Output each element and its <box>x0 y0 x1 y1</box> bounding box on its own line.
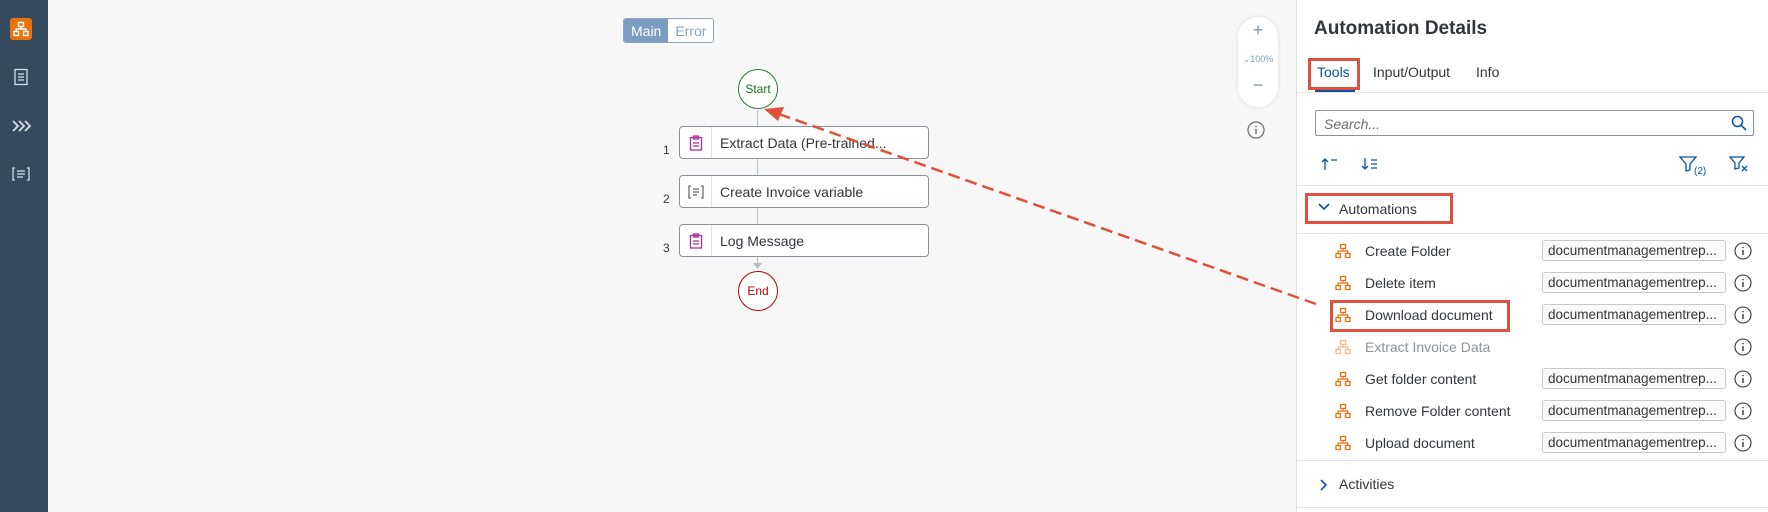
step-log-message[interactable]: Log Message <box>679 224 929 257</box>
document-icon <box>14 68 28 86</box>
list-item[interactable]: Get folder content documentmanagementrep… <box>1297 363 1768 395</box>
tab-input-output[interactable]: Input/Output <box>1373 64 1450 80</box>
search-icon[interactable] <box>1731 115 1747 131</box>
chevrons-right-icon <box>12 120 31 132</box>
step-extract-data[interactable]: Extract Data (Pre-trained... <box>679 126 929 159</box>
zoom-out-button[interactable]: − <box>1238 75 1278 96</box>
flow-connector <box>757 110 758 126</box>
step-number: 2 <box>663 192 670 206</box>
automation-tag: documentmanagementrep... <box>1542 240 1726 261</box>
chevrons-nav-button[interactable] <box>10 115 32 137</box>
clipboard-icon <box>680 225 712 256</box>
error-toggle-button[interactable]: Error <box>668 19 714 42</box>
chevron-right-icon <box>1320 479 1328 491</box>
clear-filter-icon[interactable] <box>1729 156 1749 172</box>
canvas-info-button[interactable] <box>1247 121 1265 144</box>
automation-icon <box>1335 243 1351 264</box>
highlight-download-document <box>1330 300 1510 332</box>
automation-name: Extract Invoice Data <box>1365 339 1491 355</box>
highlight-automations <box>1305 193 1453 224</box>
flow-connector <box>757 208 758 224</box>
list-item[interactable]: Extract Invoice Data <box>1297 331 1768 363</box>
automation-icon <box>1335 371 1351 392</box>
zoom-control: + ⌄100% − <box>1238 17 1278 107</box>
filter-count: (2) <box>1694 166 1707 177</box>
main-error-toggle: Main Error <box>623 18 715 43</box>
end-node[interactable]: End <box>738 271 778 311</box>
automation-name: Create Folder <box>1365 243 1451 259</box>
automation-name: Remove Folder content <box>1365 403 1511 419</box>
automation-nav-button[interactable] <box>10 18 32 40</box>
search-placeholder: Search... <box>1324 116 1381 132</box>
flow-connector <box>757 159 758 175</box>
list-icon <box>12 167 30 181</box>
list-item[interactable]: Delete item documentmanagementrep... <box>1297 267 1768 299</box>
automation-tag: documentmanagementrep... <box>1542 368 1726 389</box>
automation-name: Upload document <box>1365 435 1475 451</box>
automation-tag: documentmanagementrep... <box>1542 304 1726 325</box>
highlight-tools-tab <box>1308 58 1360 90</box>
variable-icon <box>680 176 712 207</box>
sort-ascending-icon[interactable] <box>1321 156 1339 172</box>
automation-icon <box>1335 275 1351 296</box>
main-toggle-button[interactable]: Main <box>624 19 669 42</box>
automation-details-panel: Automation Details Tools Input/Output In… <box>1296 0 1768 512</box>
panel-tabs: Tools Input/Output Info <box>1297 58 1768 93</box>
info-icon[interactable] <box>1734 306 1752 324</box>
automation-icon <box>1335 403 1351 424</box>
automation-name: Delete item <box>1365 275 1436 291</box>
zoom-level[interactable]: ⌄100% <box>1238 54 1278 65</box>
tab-info[interactable]: Info <box>1476 64 1499 80</box>
automation-icon <box>1335 435 1351 456</box>
step-label: Extract Data (Pre-trained... <box>720 134 887 151</box>
zoom-in-button[interactable]: + <box>1238 20 1278 41</box>
step-create-invoice-variable[interactable]: Create Invoice variable <box>679 175 929 208</box>
info-icon <box>1247 121 1265 139</box>
step-number: 1 <box>663 143 670 157</box>
step-label: Create Invoice variable <box>720 183 864 200</box>
tools-toolbar: (2) <box>1297 146 1768 186</box>
info-icon[interactable] <box>1734 242 1752 260</box>
info-icon[interactable] <box>1734 274 1752 292</box>
document-nav-button[interactable] <box>10 66 32 88</box>
automation-icon <box>13 21 29 37</box>
flow-canvas: Main Error + ⌄100% − Start 1 Extract Dat… <box>48 0 1296 512</box>
automation-tag: documentmanagementrep... <box>1542 400 1726 421</box>
list-item[interactable]: Upload document documentmanagementrep... <box>1297 427 1768 459</box>
start-node[interactable]: Start <box>738 69 778 109</box>
info-icon[interactable] <box>1734 402 1752 420</box>
automation-icon <box>1335 339 1351 360</box>
activities-label: Activities <box>1339 476 1395 492</box>
activities-section-header[interactable]: Activities <box>1297 460 1768 508</box>
sort-descending-icon[interactable] <box>1361 156 1379 172</box>
info-icon[interactable] <box>1734 370 1752 388</box>
automation-name: Get folder content <box>1365 371 1477 387</box>
list-item[interactable]: Create Folder documentmanagementrep... <box>1297 235 1768 267</box>
step-number: 3 <box>663 241 670 255</box>
step-label: Log Message <box>720 232 805 249</box>
automation-tag: documentmanagementrep... <box>1542 272 1726 293</box>
list-nav-button[interactable] <box>10 163 32 185</box>
clipboard-icon <box>680 127 712 158</box>
search-input[interactable]: Search... <box>1315 110 1754 136</box>
flow-arrowhead <box>753 263 762 269</box>
list-item[interactable]: Remove Folder content documentmanagement… <box>1297 395 1768 427</box>
info-icon[interactable] <box>1734 434 1752 452</box>
automation-tag: documentmanagementrep... <box>1542 432 1726 453</box>
left-nav-rail <box>0 0 48 512</box>
info-icon[interactable] <box>1734 338 1752 356</box>
panel-title: Automation Details <box>1314 18 1488 39</box>
